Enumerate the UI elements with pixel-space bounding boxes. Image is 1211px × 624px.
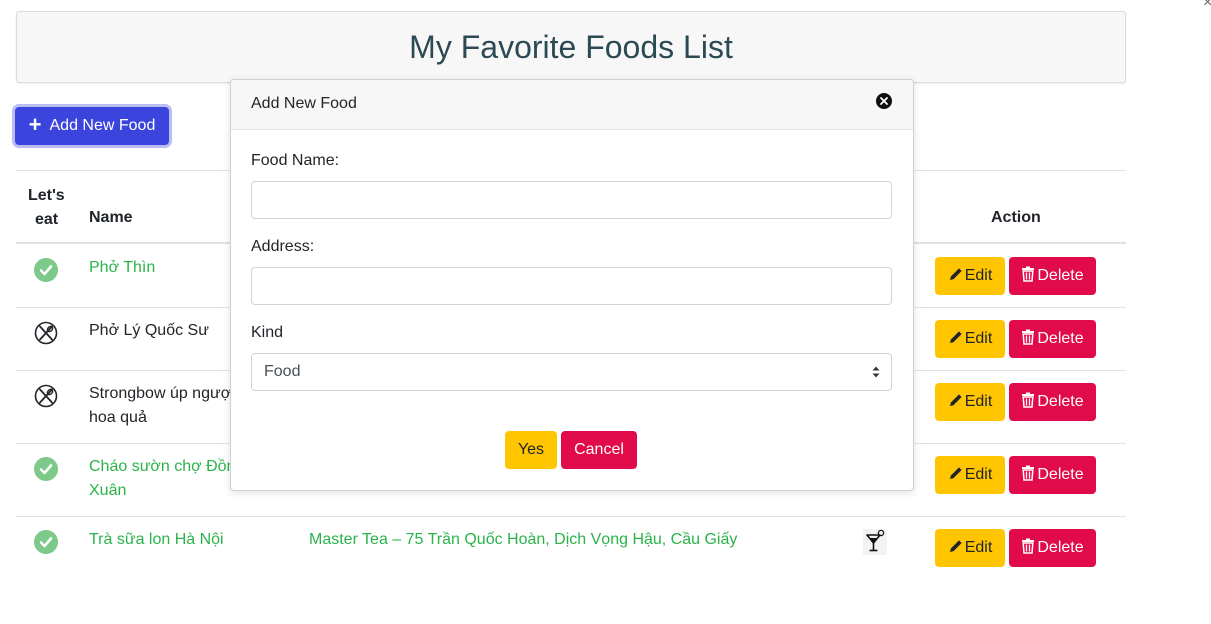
edit-label: Edit: [964, 330, 993, 347]
close-icon[interactable]: ×: [1203, 0, 1211, 12]
page-title: My Favorite Foods List: [409, 28, 733, 65]
check-circle-icon: [34, 457, 58, 481]
delete-label: Delete: [1037, 330, 1084, 347]
pencil-icon: [948, 538, 964, 559]
delete-button[interactable]: Delete: [1009, 383, 1096, 421]
modal-header: Add New Food: [231, 80, 913, 130]
edit-label: Edit: [964, 393, 993, 410]
edit-label: Edit: [964, 267, 993, 284]
pencil-icon: [948, 266, 964, 287]
select-arrows-icon: [872, 366, 880, 378]
cancel-button[interactable]: Cancel: [561, 431, 637, 469]
page-header: My Favorite Foods List: [16, 11, 1126, 83]
edit-button[interactable]: Edit: [935, 320, 1005, 358]
header-action: Action: [991, 209, 1041, 226]
delete-label: Delete: [1037, 466, 1084, 483]
food-name-label: Food Name:: [251, 152, 340, 169]
delete-label: Delete: [1037, 393, 1084, 410]
row-divider: [16, 516, 1126, 517]
edit-button[interactable]: Edit: [935, 257, 1005, 295]
pencil-icon: [948, 329, 964, 350]
delete-label: Delete: [1037, 539, 1084, 556]
add-new-food-label: Add New Food: [49, 117, 156, 134]
delete-button[interactable]: Delete: [1009, 320, 1096, 358]
pencil-icon: [948, 392, 964, 413]
add-food-modal: Add New Food Food Name: Address: Kind Fo…: [230, 79, 914, 491]
header-name: Name: [89, 209, 133, 226]
edit-button[interactable]: Edit: [935, 529, 1005, 567]
food-address: Master Tea – 75 Trần Quốc Hoàn, Dịch Vọn…: [309, 531, 738, 548]
trash-icon: [1021, 465, 1035, 486]
modal-title: Add New Food: [251, 95, 357, 112]
edit-label: Edit: [964, 539, 993, 556]
close-icon[interactable]: [876, 93, 892, 109]
add-new-food-button[interactable]: + Add New Food: [15, 107, 169, 145]
trash-icon: [1021, 538, 1035, 559]
plus-icon: +: [28, 112, 42, 137]
food-name-input[interactable]: [251, 181, 892, 219]
check-circle-icon: [34, 530, 58, 554]
trash-icon: [1021, 392, 1035, 413]
delete-button[interactable]: Delete: [1009, 456, 1096, 494]
food-name: Trà sữa lon Hà Nội: [89, 531, 224, 548]
kind-select[interactable]: Food: [251, 353, 892, 391]
delete-button[interactable]: Delete: [1009, 529, 1096, 567]
fork-knife-icon: [34, 384, 58, 408]
food-name: Cháo sườn chợ Đồn Xuân: [89, 458, 236, 499]
edit-button[interactable]: Edit: [935, 456, 1005, 494]
header-lets-eat: Let's eat: [28, 187, 65, 228]
kind-selected-value: Food: [264, 363, 301, 380]
edit-label: Edit: [964, 466, 993, 483]
trash-icon: [1021, 266, 1035, 287]
kind-label: Kind: [251, 324, 284, 341]
food-name: Strongbow úp ngượ hoa quả: [89, 385, 232, 426]
food-name: Phở Lý Quốc Sư: [89, 322, 209, 339]
delete-button[interactable]: Delete: [1009, 257, 1096, 295]
cocktail-icon: [863, 529, 887, 555]
trash-icon: [1021, 329, 1035, 350]
food-name: Phở Thìn: [89, 259, 156, 276]
check-circle-icon: [34, 258, 58, 282]
edit-button[interactable]: Edit: [935, 383, 1005, 421]
pencil-icon: [948, 465, 964, 486]
fork-knife-icon: [34, 321, 58, 345]
delete-label: Delete: [1037, 267, 1084, 284]
address-input[interactable]: [251, 267, 892, 305]
yes-button[interactable]: Yes: [505, 431, 557, 469]
address-label: Address:: [251, 238, 315, 255]
